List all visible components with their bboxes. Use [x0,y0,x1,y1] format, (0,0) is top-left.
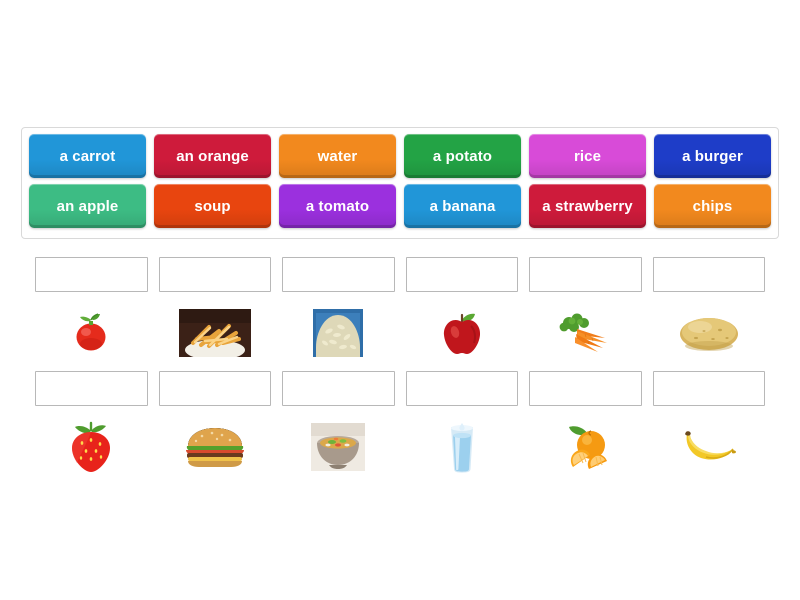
word-tile-a-strawberry[interactable]: a strawberry [529,184,646,228]
answer-row-2 [35,371,765,480]
word-tile-an-orange[interactable]: an orange [154,134,271,178]
word-tile-water[interactable]: water [279,134,396,178]
word-bank-row-1: a carrot an orange water a potato rice a burg… [29,134,771,178]
slot-column [158,371,272,480]
dropzone-orange[interactable] [529,371,642,406]
slot-column [529,257,642,366]
slot-column [158,257,272,366]
chips-image [159,300,272,366]
slot-column [35,257,148,366]
word-tile-a-burger[interactable]: a burger [654,134,771,178]
slot-column [652,257,766,366]
water-image [406,414,519,480]
dropzone-strawberry[interactable] [35,371,148,406]
banana-image [653,414,766,480]
rice-image [282,300,395,366]
strawberry-image [35,414,148,480]
dropzone-apple[interactable] [405,257,518,292]
potato-image [653,300,766,366]
carrots-image [529,300,642,366]
dropzone-rice[interactable] [282,257,395,292]
dropzone-burger[interactable] [158,371,271,406]
activity-canvas: a carrot an orange water a potato rice a burg… [0,0,800,600]
answer-row-1-slots [35,257,765,366]
tomato-image [35,300,148,366]
word-tile-a-carrot[interactable]: a carrot [29,134,146,178]
dropzone-glass-of-water[interactable] [405,371,518,406]
word-tile-chips[interactable]: chips [654,184,771,228]
dropzone-chips[interactable] [158,257,271,292]
burger-image [159,414,272,480]
apple-image [406,300,519,366]
word-tile-rice[interactable]: rice [529,134,646,178]
word-tile-a-tomato[interactable]: a tomato [279,184,396,228]
word-tile-soup[interactable]: soup [154,184,271,228]
slot-column [282,371,395,480]
answer-row-2-slots [35,371,765,480]
slot-column [652,371,766,480]
slot-column [405,371,519,480]
soup-image [282,414,395,480]
dropzone-banana[interactable] [652,371,765,406]
dropzone-soup[interactable] [282,371,395,406]
word-bank-row-2: an apple soup a tomato a banana a strawberry… [29,184,771,228]
dropzone-carrots[interactable] [529,257,642,292]
word-bank: a carrot an orange water a potato rice a burg… [21,127,779,239]
word-tile-an-apple[interactable]: an apple [29,184,146,228]
orange-image [529,414,642,480]
word-tile-a-banana[interactable]: a banana [404,184,521,228]
slot-column [405,257,519,366]
dropzone-tomato[interactable] [35,257,148,292]
word-tile-a-potato[interactable]: a potato [404,134,521,178]
slot-column [529,371,642,480]
answer-row-1 [35,257,765,366]
slot-column [35,371,148,480]
dropzone-potato[interactable] [652,257,765,292]
slot-column [282,257,395,366]
